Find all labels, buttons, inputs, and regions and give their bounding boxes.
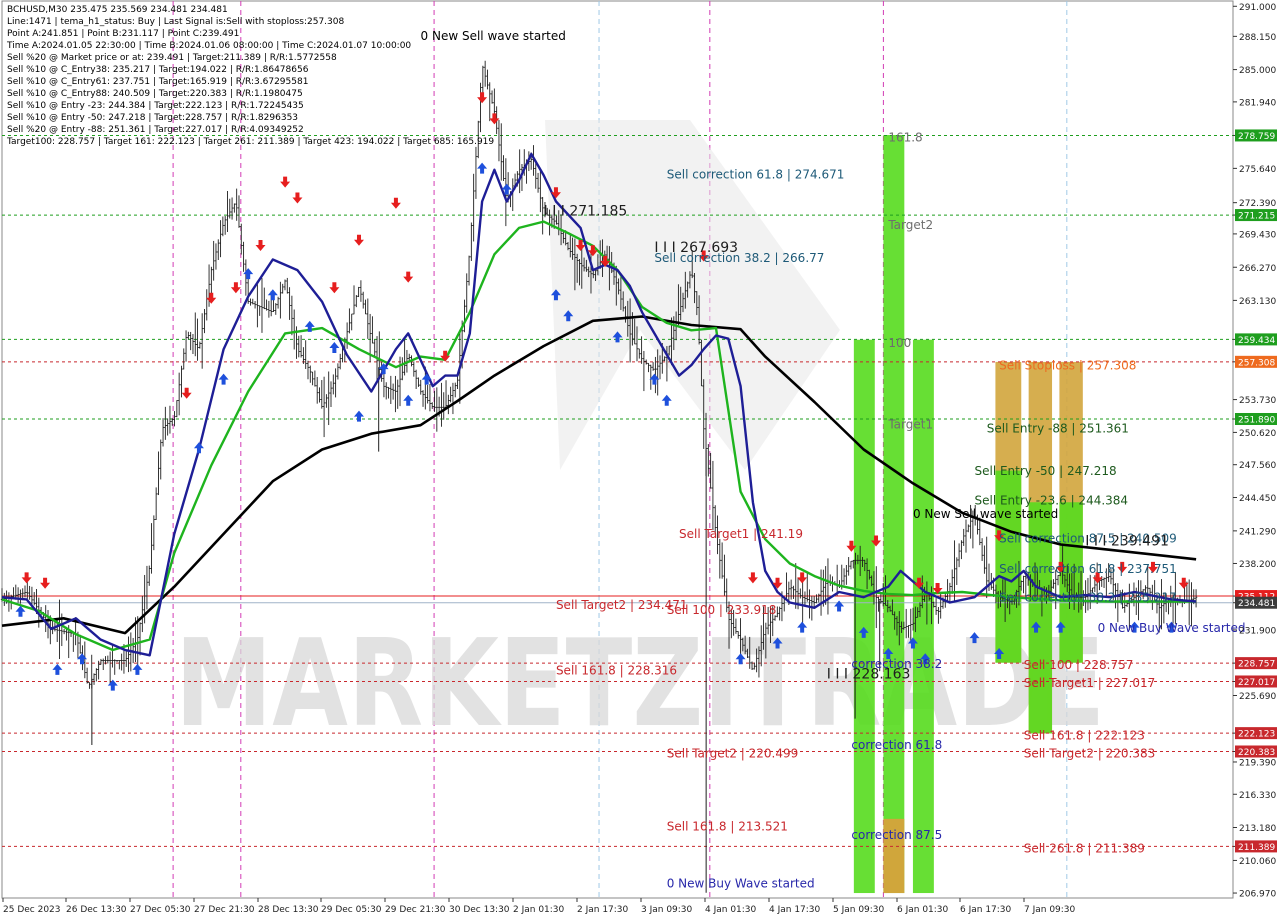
x-tick-label: 6 Jan 01:30 [897,905,949,915]
info-line: Line:1471 | tema_h1_status: Buy | Last S… [7,17,345,27]
chart-annotation: Sell 100 | 233.918 [667,603,777,617]
chart-annotation: correction 87.5 [851,828,942,842]
y-tick-label: 263.130 [1239,297,1276,307]
chart-annotation: Sell 100 | 228.757 [1024,658,1134,672]
price-label-text: 251.890 [1238,416,1275,426]
chart-root: MARKETZITRADE 0 New Sell wave started Sel… [0,0,1280,920]
info-line: Sell %10 @ Entry -23: 244.384 | Target:2… [7,101,304,111]
price-label-text: 222.123 [1238,730,1275,740]
info-line: Sell %20 @ Entry -88: 251.361 | Target:2… [7,125,304,135]
y-tick-label: 281.940 [1239,98,1276,108]
target-zone-bar [883,135,905,894]
price-label-text: 259.434 [1238,336,1275,346]
y-tick-label: 241.290 [1239,527,1276,537]
info-line: Sell %20 @ Market price or at: 239.491 |… [7,53,337,63]
x-tick-label: 4 Jan 01:30 [705,905,757,915]
chart-annotation: Target2 [887,218,933,232]
chart-annotation: Target1 [887,417,933,431]
chart-annotation: I I I 239.491 [1085,534,1169,550]
chart-annotation: Sell correction 61.8 | 237.751 [999,562,1177,576]
chart-annotation: Sell Entry -23.6 | 244.384 [974,493,1128,507]
price-label-text: 228.757 [1238,660,1275,670]
info-line: BCHUSD,M30 235.475 235.569 234.481 234.4… [7,5,228,15]
chart-annotation: Sell Entry -50 | 247.218 [974,464,1116,478]
y-tick-label: 288.150 [1239,33,1276,43]
x-tick-label: 29 Dec 05:30 [321,905,382,915]
chart-annotation: Sell correction 38.2 | 235.217 [999,590,1177,604]
x-tick-label: 29 Dec 21:30 [385,905,446,915]
x-tick-label: 7 Jan 09:30 [1024,905,1076,915]
y-tick-label: 275.640 [1239,165,1276,175]
y-tick-label: 244.450 [1239,494,1276,504]
y-tick-label: 216.330 [1239,791,1276,801]
chart-annotation: correction 61.8 [851,738,942,752]
y-tick-label: 225.690 [1239,692,1276,702]
chart-annotation: Sell Stoploss | 257.308 [999,358,1136,372]
chart-annotation: Sell correction 38.2 | 266.77 [654,251,824,265]
info-line: Sell %10 @ C_Entry38: 235.217 | Target:1… [7,65,309,75]
chart-annotation: Sell 161.8 | 222.123 [1024,729,1145,743]
chart-annotation: Sell 261.8 | 211.389 [1024,842,1145,856]
x-tick-label: 27 Dec 05:30 [130,905,191,915]
info-line: Target100: 228.757 | Target 161: 222.123… [7,137,495,147]
chart-annotation: Sell 161.8 | 213.521 [667,819,788,833]
price-label-text: 234.481 [1238,599,1275,609]
price-label-text: 227.017 [1238,678,1275,688]
info-line: Point A:241.851 | Point B:231.117 | Poin… [7,29,240,39]
price-label-text: 257.308 [1238,358,1275,368]
y-tick-label: 219.390 [1239,758,1276,768]
y-tick-label: 210.060 [1239,857,1276,867]
x-tick-label: 4 Jan 17:30 [769,905,821,915]
chart-annotation: Sell Target2 | 220.499 [667,747,799,761]
price-label-text: 271.215 [1238,212,1275,222]
y-tick-label: 285.000 [1239,66,1276,76]
y-tick-label: 253.730 [1239,396,1276,406]
y-tick-label: 238.200 [1239,560,1276,570]
price-label-text: 278.759 [1238,132,1275,142]
y-tick-label: 206.970 [1239,890,1276,900]
chart-annotation: 161.8 [888,130,922,144]
y-tick-label: 291.000 [1239,3,1276,13]
info-line: Sell %10 @ C_Entry88: 240.509 | Target:2… [7,89,303,99]
chart-annotation: Sell 161.8 | 228.316 [556,663,677,677]
chart-annotation: 0 New Buy Wave started [667,876,815,890]
chart-annotation: Sell Entry -88 | 251.361 [987,422,1129,436]
y-tick-label: 272.390 [1239,199,1276,209]
x-tick-label: 6 Jan 17:30 [960,905,1012,915]
x-tick-label: 28 Dec 13:30 [258,905,319,915]
y-tick-label: 250.620 [1239,429,1276,439]
y-tick-label: 231.900 [1239,626,1276,636]
y-tick-label: 213.180 [1239,824,1276,834]
info-line: Sell %10 @ C_Entry61: 237.751 | Target:1… [7,77,309,87]
target-zone-bar [853,339,875,894]
x-tick-label: 25 Dec 2023 [3,905,61,915]
y-tick-label: 247.560 [1239,461,1276,471]
chart-annotation: 0 New Sell wave started [913,507,1058,521]
chart-annotation: Sell correction 61.8 | 274.671 [667,168,845,182]
y-tick-label: 269.430 [1239,230,1276,240]
x-tick-label: 2 Jan 17:30 [577,905,629,915]
chart-annotation: Sell Target2 | 220.383 [1024,747,1156,761]
chart-annotation: 100 [888,336,911,350]
chart-annotation: correction 38.2 [851,657,942,671]
info-panel: BCHUSD,M30 235.475 235.569 234.481 234.4… [7,4,494,148]
info-line: Time A:2024.01.05 22:30:00 | Time B:2024… [7,41,412,51]
y-tick-label: 266.270 [1239,264,1276,274]
x-tick-label: 26 Dec 13:30 [66,905,127,915]
x-tick-label: 3 Jan 09:30 [641,905,693,915]
price-label-text: 220.383 [1238,748,1275,758]
price-label-text: 211.389 [1238,843,1275,853]
x-tick-label: 5 Jan 09:30 [833,905,885,915]
chart-annotation: I I I 271.185 [544,203,628,219]
chart-annotation: 0 New Buy Wave started [1098,621,1246,635]
x-tick-label: 2 Jan 01:30 [513,905,565,915]
chart-annotation: Sell Target1 | 227.017 [1024,676,1156,690]
info-line: Sell %10 @ Entry -50: 247.218 | Target:2… [7,113,299,123]
chart-annotation: Sell Target1 | 241.19 [679,527,803,541]
x-tick-label: 27 Dec 21:30 [194,905,255,915]
x-tick-label: 30 Dec 13:30 [449,905,510,915]
